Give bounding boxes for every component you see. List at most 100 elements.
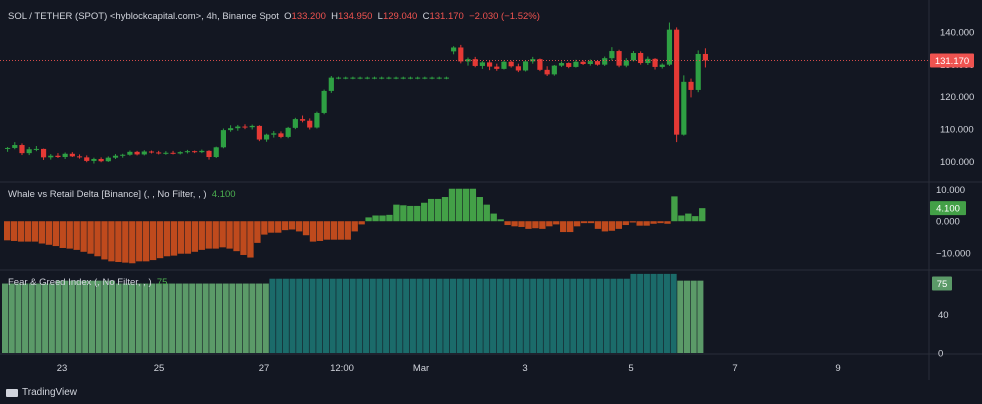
- fg-bar: [643, 273, 650, 353]
- fg-badge-label: 75: [937, 279, 948, 290]
- delta-bar: [608, 221, 616, 231]
- delta-bar: [4, 221, 11, 241]
- fg-bar: [376, 278, 383, 353]
- candle-body: [220, 130, 227, 148]
- candle-body: [659, 64, 665, 67]
- delta-bar: [650, 221, 657, 224]
- fg-bar: [409, 278, 416, 353]
- delta-bar: [288, 221, 296, 230]
- delta-bar: [699, 208, 706, 222]
- last-price-label: 131.170: [935, 56, 969, 67]
- candle-body: [558, 63, 565, 66]
- price-tick-label: 140.000: [940, 27, 974, 38]
- fg-bar: [108, 280, 116, 353]
- candle-body: [602, 58, 608, 65]
- fg-bar: [15, 283, 22, 353]
- candle-body: [299, 119, 306, 121]
- delta-bar: [511, 221, 518, 227]
- fg-bar: [276, 278, 283, 353]
- delta-bar: [386, 214, 393, 222]
- fg-bar: [456, 278, 463, 353]
- fg-bar: [510, 278, 517, 353]
- delta-bar: [615, 221, 622, 229]
- fg-bar: [215, 283, 223, 353]
- delta-bar: [66, 221, 73, 249]
- fg-bar: [610, 278, 617, 353]
- fg-bar: [403, 278, 410, 353]
- candle-body: [429, 77, 435, 79]
- candle-body: [228, 128, 234, 131]
- candle-body: [566, 63, 572, 67]
- delta-bar: [379, 215, 386, 222]
- fg-bar: [62, 280, 69, 353]
- fg-bar: [597, 278, 604, 353]
- delta-bar: [393, 204, 400, 222]
- delta-bar: [414, 205, 421, 222]
- fg-bar: [48, 283, 55, 353]
- delta-bar: [462, 188, 470, 222]
- fg-bar: [583, 278, 590, 353]
- fg-bar: [570, 278, 577, 353]
- delta-bar: [330, 221, 338, 240]
- fg-bar: [476, 278, 483, 353]
- candle-body: [76, 156, 83, 158]
- candle-body: [350, 77, 356, 79]
- candle-body: [458, 47, 464, 62]
- candle-body: [62, 153, 68, 158]
- delta-bar: [240, 221, 247, 255]
- candle-body: [184, 151, 191, 153]
- delta-bar: [337, 221, 344, 240]
- delta-bar: [664, 221, 671, 224]
- change-value: −2.030 (−1.52%): [469, 11, 540, 22]
- delta-tick-label: 10.000: [936, 185, 965, 196]
- fg-bar: [189, 283, 196, 353]
- fg-bar: [169, 283, 176, 353]
- footer-bar: [0, 384, 982, 404]
- fg-bar: [670, 273, 677, 353]
- delta-bar: [671, 196, 678, 222]
- candle-body: [98, 158, 104, 162]
- fg-bar: [42, 283, 49, 353]
- fg-bar: [416, 278, 423, 353]
- candle-body: [170, 152, 176, 154]
- candle-body: [242, 126, 248, 128]
- candle-body: [609, 51, 615, 59]
- delta-bar: [205, 221, 212, 249]
- delta-bar: [448, 188, 456, 222]
- close-value: 131.170: [429, 11, 464, 22]
- candle-body: [357, 77, 363, 79]
- delta-bar: [316, 221, 324, 241]
- tradingview-chart[interactable]: 140.000130.000120.000110.000100.000131.1…: [0, 0, 982, 404]
- tradingview-logo[interactable]: TradingView: [6, 387, 77, 398]
- delta-bar: [233, 221, 240, 252]
- candle-body: [415, 77, 421, 79]
- fg-bar: [55, 280, 62, 353]
- time-tick-label: 5: [628, 363, 633, 374]
- delta-bar: [351, 221, 358, 232]
- candle-body: [379, 77, 385, 79]
- fg-bar: [389, 278, 396, 353]
- candle-body: [501, 61, 507, 69]
- candle-body: [522, 61, 529, 71]
- fg-bar: [690, 280, 697, 353]
- delta-bar: [52, 221, 60, 247]
- fg-bar: [443, 278, 450, 353]
- delta-bar: [532, 221, 539, 229]
- fg-bar: [195, 283, 202, 353]
- delta-bar: [580, 221, 588, 224]
- candle-body: [26, 149, 32, 154]
- candle-body: [666, 29, 673, 65]
- candle-body: [235, 126, 241, 129]
- candle-body: [285, 127, 291, 137]
- price-tick-label: 110.000: [940, 125, 974, 136]
- candle-body: [681, 81, 687, 135]
- delta-bar: [295, 221, 303, 232]
- delta-bar: [372, 215, 379, 222]
- delta-bar: [101, 221, 108, 260]
- fg-bar: [68, 280, 75, 353]
- delta-bar: [587, 221, 595, 224]
- fg-bar: [129, 283, 136, 353]
- fg-bar: [249, 283, 256, 353]
- chart-canvas[interactable]: 140.000130.000120.000110.000100.000131.1…: [0, 0, 982, 404]
- fg-bar: [162, 283, 169, 353]
